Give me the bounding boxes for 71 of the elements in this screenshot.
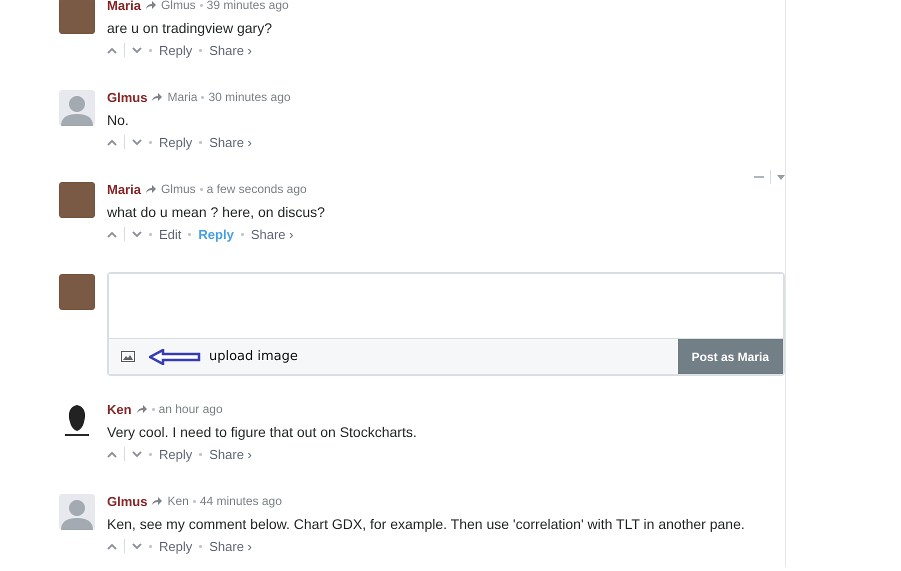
comment-text: what do u mean ? here, on discus? xyxy=(107,203,326,222)
author-name[interactable]: Glmus xyxy=(107,90,148,104)
timestamp[interactable]: 30 minutes ago xyxy=(208,90,291,104)
comment-text: Very cool. I need to figure that out on Stockcharts. xyxy=(107,423,418,442)
left-arrow-icon xyxy=(149,348,201,364)
separator-dot xyxy=(188,232,192,236)
downvote-icon[interactable] xyxy=(132,450,142,458)
default-avatar-icon xyxy=(59,90,95,126)
upvote-icon[interactable] xyxy=(107,138,117,146)
comment-text: are u on tradingview gary? xyxy=(107,19,273,38)
post-button[interactable]: Post as Maria xyxy=(678,339,783,374)
action-link[interactable]: Share › xyxy=(209,134,252,150)
separator-dot xyxy=(200,4,203,6)
action-link[interactable]: Edit xyxy=(159,226,182,242)
reply-arrow-icon xyxy=(151,496,164,506)
separator-dot xyxy=(199,452,202,456)
action-link[interactable]: Share › xyxy=(209,538,252,554)
separator-dot xyxy=(149,544,152,548)
timestamp[interactable]: 39 minutes ago xyxy=(206,0,289,12)
action-link[interactable]: Reply xyxy=(159,134,192,150)
separator-dot xyxy=(200,188,203,190)
reply-to-name[interactable]: Maria xyxy=(167,90,198,104)
reply-arrow-icon xyxy=(144,0,157,10)
reply-to-name[interactable]: Glmus xyxy=(160,182,196,196)
separator-dot xyxy=(152,408,155,410)
default-avatar-icon xyxy=(59,494,95,530)
upload-image-note: upload image xyxy=(209,349,298,364)
comment-text: No. xyxy=(107,111,130,130)
action-link[interactable]: Reply xyxy=(159,538,192,554)
avatar-photo xyxy=(59,182,95,218)
timestamp[interactable]: an hour ago xyxy=(158,402,223,416)
separator-dot xyxy=(201,96,204,98)
dropdown-caret-icon[interactable] xyxy=(777,174,785,180)
separator-dot xyxy=(149,48,152,52)
author-name[interactable]: Maria xyxy=(107,0,141,12)
downvote-icon[interactable] xyxy=(132,542,142,550)
action-link[interactable]: Reply xyxy=(198,226,234,242)
action-link[interactable]: Reply xyxy=(159,446,192,462)
reply-arrow-icon xyxy=(136,404,148,414)
separator-dot xyxy=(149,140,152,144)
separator-dot xyxy=(240,232,244,236)
upvote-icon[interactable] xyxy=(107,230,117,238)
upvote-icon[interactable] xyxy=(107,450,117,458)
action-link[interactable]: Share › xyxy=(250,226,294,242)
timestamp[interactable]: 44 minutes ago xyxy=(200,494,282,508)
downvote-icon[interactable] xyxy=(132,230,142,238)
reply-arrow-icon xyxy=(144,184,157,194)
image-icon[interactable] xyxy=(121,351,135,362)
downvote-icon[interactable] xyxy=(132,46,142,54)
action-link[interactable]: Share › xyxy=(209,42,252,58)
separator-dot xyxy=(199,140,202,144)
reply-to-name[interactable]: Ken xyxy=(167,494,189,508)
action-link[interactable]: Share › xyxy=(209,446,252,462)
reply-to-name[interactable]: Glmus xyxy=(160,0,196,12)
separator-dot xyxy=(192,500,196,502)
separator-dot xyxy=(149,452,152,456)
author-name[interactable]: Ken xyxy=(107,402,132,416)
separator-dot xyxy=(149,232,152,236)
separator-dot xyxy=(199,544,202,548)
author-name[interactable]: Glmus xyxy=(107,494,148,508)
upvote-icon[interactable] xyxy=(107,542,117,550)
timestamp[interactable]: a few seconds ago xyxy=(206,182,307,196)
avatar-photo xyxy=(59,0,95,34)
downvote-icon[interactable] xyxy=(132,138,142,146)
reply-arrow-icon xyxy=(151,92,164,102)
avatar-photo xyxy=(59,274,95,310)
upvote-icon[interactable] xyxy=(107,46,117,54)
separator-dot xyxy=(199,48,202,52)
comment-text: Ken, see my comment below. Chart GDX, for example. Then use 'correlation' with TLT in another pane. xyxy=(107,515,746,534)
author-name[interactable]: Maria xyxy=(107,182,141,196)
action-link[interactable]: Reply xyxy=(159,42,192,58)
